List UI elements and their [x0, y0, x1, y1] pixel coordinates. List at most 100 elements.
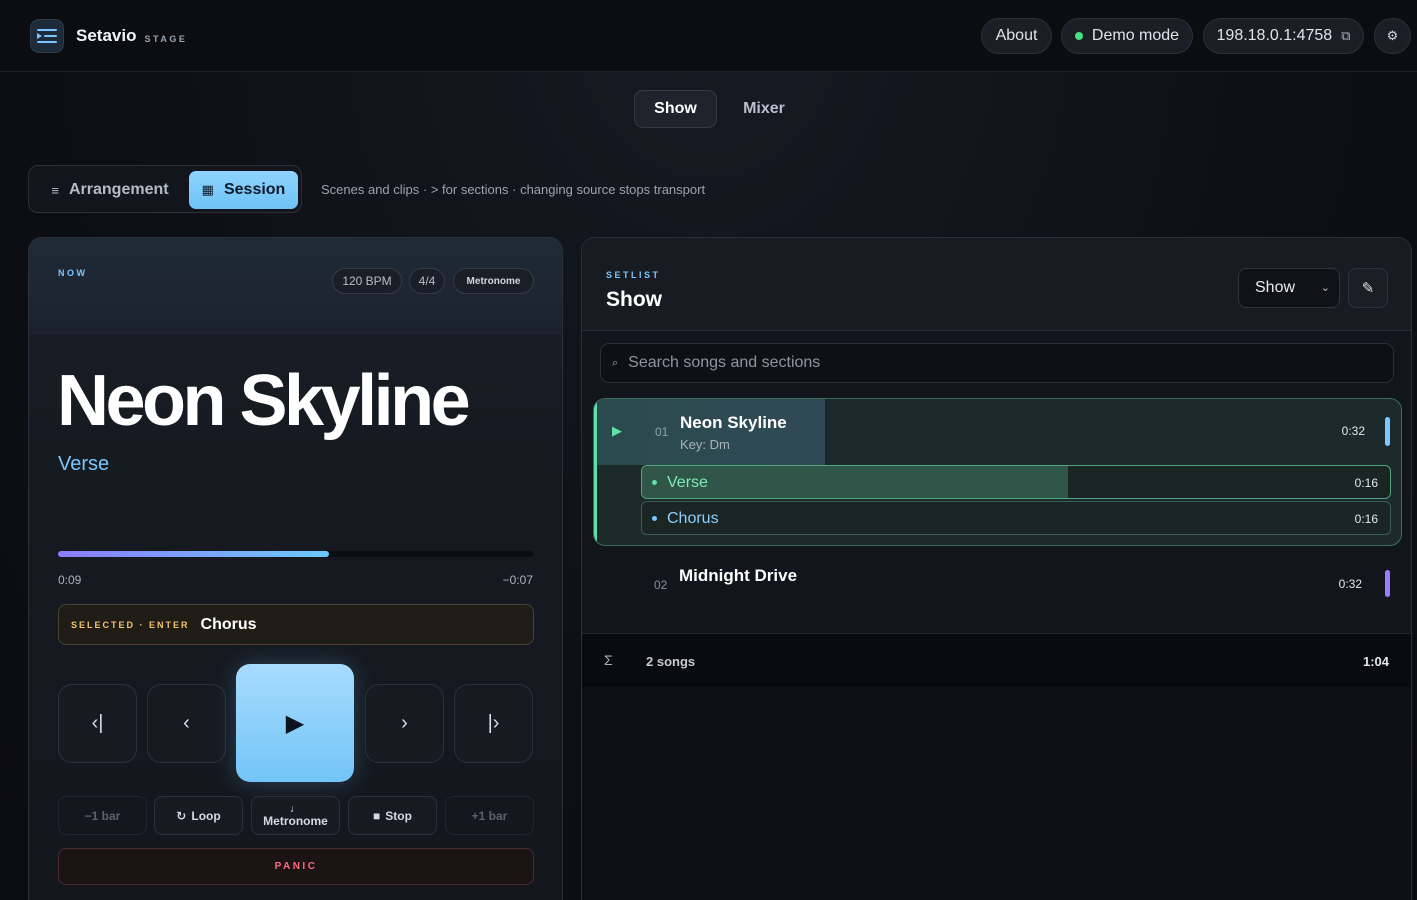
section-duration: 0:16 — [1354, 512, 1378, 526]
session-view-button[interactable]: ▦ Session — [189, 171, 298, 209]
previous-section-button[interactable]: ‹ — [147, 684, 226, 763]
section-dot-icon — [652, 480, 657, 485]
skip-forward-icon: |› — [487, 712, 500, 734]
demo-mode-button[interactable]: Demo mode — [1061, 18, 1193, 54]
song-name: Neon Skyline — [680, 413, 787, 432]
about-label: About — [995, 27, 1038, 44]
setlist-totals: Σ 2 songs 1:04 — [582, 633, 1411, 687]
bpm-chip[interactable]: 120 BPM — [332, 268, 402, 294]
setlist-empty-area — [582, 687, 1411, 900]
grid-icon: ▦ — [201, 182, 214, 197]
tab-mixer[interactable]: Mixer — [728, 90, 800, 128]
chevron-down-icon: ⌄ — [1320, 282, 1330, 294]
setlist-label: SETLIST — [606, 270, 661, 280]
metronome-button[interactable]: ♩ Metronome — [251, 796, 340, 835]
minus-bar-label: −1 bar — [84, 808, 121, 823]
play-icon: ▶ — [285, 709, 305, 737]
section-item-verse[interactable]: Verse 0:16 — [641, 465, 1391, 499]
sigma-icon: Σ — [604, 652, 613, 668]
selected-value: Chorus — [200, 615, 257, 633]
tab-show-label: Show — [654, 100, 697, 117]
setlist-panel: SETLIST Show Show ⌄ ✎ ⌕ ▶ 01 Neon Skylin… — [581, 237, 1412, 900]
song-item-neon-skyline[interactable]: ▶ 01 Neon Skyline Key: Dm 0:32 Verse 0:1… — [593, 398, 1402, 546]
address-button[interactable]: 198.18.0.1:4758 ⧉ — [1203, 18, 1364, 54]
setlist-title: Show — [606, 288, 662, 311]
top-bar: Setavio STAGE About Demo mode 198.18.0.1… — [0, 0, 1417, 72]
current-section: Verse — [58, 453, 110, 475]
edit-setlist-button[interactable]: ✎ — [1348, 268, 1388, 308]
playing-icon: ▶ — [612, 423, 622, 438]
pencil-icon: ✎ — [1361, 280, 1375, 297]
total-duration: 1:04 — [1362, 654, 1389, 669]
stop-button[interactable]: ■ Stop — [348, 796, 437, 835]
song-duration: 0:32 — [1338, 577, 1362, 591]
about-button[interactable]: About — [981, 18, 1052, 54]
session-label: Session — [223, 181, 286, 198]
chevron-right-icon: › — [401, 712, 408, 734]
app-name: Setavio — [76, 26, 137, 45]
song-name: Midnight Drive — [679, 566, 798, 585]
now-panel: NOW 120 BPM 4/4 Metronome Neon Skyline V… — [28, 237, 563, 900]
current-song-title: Neon Skyline — [57, 361, 471, 441]
tab-mixer-label: Mixer — [743, 100, 785, 117]
search-input[interactable] — [628, 354, 1393, 372]
metronome-label: Metronome — [263, 813, 328, 828]
stop-icon: ■ — [373, 808, 381, 823]
status-dot-icon — [1074, 32, 1083, 40]
search-icon: ⌕ — [612, 356, 619, 369]
loop-label: Loop — [191, 808, 221, 823]
arrangement-label: Arrangement — [69, 181, 169, 198]
next-section-button[interactable]: › — [365, 684, 444, 763]
arrangement-view-button[interactable]: ≡ Arrangement — [35, 171, 185, 209]
plus-bar-label: +1 bar — [471, 808, 508, 823]
list-icon: ≡ — [51, 182, 59, 198]
selected-section-box: SELECTED · ENTER Chorus — [58, 604, 534, 645]
skip-back-icon: ‹| — [91, 712, 104, 734]
minus-bar-button[interactable]: −1 bar — [58, 796, 147, 835]
selected-label: SELECTED · ENTER — [71, 619, 190, 630]
section-duration: 0:16 — [1354, 476, 1378, 490]
elapsed-time: 0:09 — [58, 573, 82, 587]
gear-icon: ⚙ — [1386, 28, 1399, 43]
view-switch: ≡ Arrangement ▦ Session — [28, 165, 302, 213]
section-dot-icon — [652, 516, 657, 521]
chevron-left-icon: ‹ — [183, 712, 190, 734]
time-signature-chip[interactable]: 4/4 — [409, 268, 445, 294]
address-label: 198.18.0.1:4758 — [1216, 27, 1333, 44]
song-progress-fill — [58, 551, 330, 557]
setlist-select[interactable]: Show ⌄ — [1238, 268, 1340, 308]
view-hint: Scenes and clips · > for sections · chan… — [321, 182, 706, 197]
now-label: NOW — [58, 268, 88, 278]
tab-show[interactable]: Show — [634, 90, 717, 128]
setlist-select-value: Show — [1255, 279, 1296, 296]
song-key: Key: Dm — [680, 437, 730, 452]
previous-song-button[interactable]: ‹| — [58, 684, 137, 763]
play-button[interactable]: ▶ — [236, 664, 354, 782]
song-count: 2 songs — [646, 654, 696, 669]
settings-button[interactable]: ⚙ — [1374, 18, 1411, 54]
loop-button[interactable]: ↻ Loop — [154, 796, 243, 835]
metronome-chip[interactable]: Metronome — [453, 268, 534, 294]
next-song-button[interactable]: |› — [454, 684, 533, 763]
panic-button[interactable]: PANIC — [58, 848, 534, 885]
song-duration: 0:32 — [1341, 424, 1365, 438]
plus-bar-button[interactable]: +1 bar — [445, 796, 534, 835]
song-color-marker — [1385, 417, 1390, 446]
song-number: 02 — [654, 578, 668, 592]
section-name: Chorus — [667, 510, 719, 527]
search-box: ⌕ — [600, 343, 1394, 383]
song-number: 01 — [655, 425, 669, 439]
section-item-chorus[interactable]: Chorus 0:16 — [641, 501, 1391, 535]
loop-icon: ↻ — [176, 808, 187, 823]
remaining-time: −0:07 — [502, 573, 533, 587]
section-name: Verse — [667, 474, 708, 491]
active-song-accent — [594, 399, 597, 545]
app-subtitle: STAGE — [144, 33, 188, 44]
app-logo-icon — [30, 19, 64, 53]
demo-mode-label: Demo mode — [1091, 27, 1180, 44]
song-color-marker — [1385, 570, 1390, 597]
copy-icon: ⧉ — [1341, 28, 1351, 43]
song-progress-bar[interactable] — [58, 551, 534, 557]
stop-label: Stop — [385, 808, 412, 823]
brand: Setavio STAGE — [30, 19, 187, 53]
